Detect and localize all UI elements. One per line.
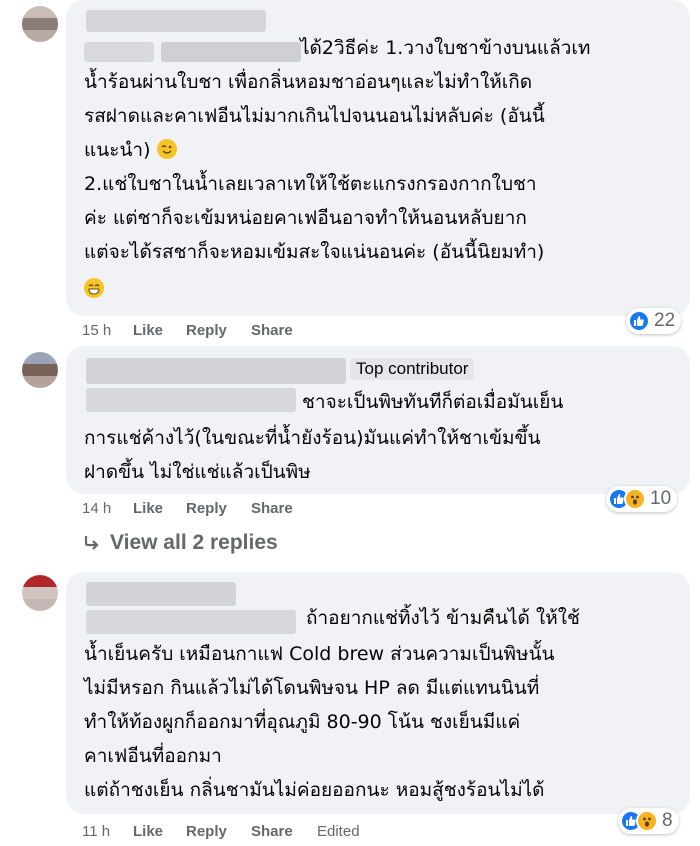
comment-text-line: แต่จะได้รสชาก็จะหอมเข้มสะใจแน่นอนค่ะ (อั…: [84, 241, 545, 263]
edited-label: Edited: [317, 823, 360, 840]
comment-text-line: รสฝาดและคาเฟอีนไม่มากเกินไปจนนอนไม่หลับค…: [84, 105, 545, 127]
comment-text: แนะนำ): [84, 139, 151, 161]
reaction-count: 22: [654, 310, 676, 331]
wow-reaction-icon: [624, 488, 646, 510]
reply-button[interactable]: Reply: [186, 322, 227, 339]
grinning-face-emoji-icon: [84, 278, 104, 298]
blurred-author-name: [161, 42, 301, 62]
timestamp[interactable]: 14 h: [82, 500, 111, 517]
reply-arrow-icon: [84, 536, 99, 550]
like-reaction-icon: [628, 310, 650, 332]
comment-text-line: แต่ถ้าชงเย็น กลิ่นชามันไม่ค่อยออกนะ หอมส…: [84, 779, 545, 801]
reaction-summary[interactable]: 10: [606, 486, 678, 512]
wow-reaction-icon: [636, 810, 658, 832]
comment-text-line: ฝาดขึ้น ไม่ใช่แช่แล้วเป็นพิษ: [84, 461, 311, 483]
share-button[interactable]: Share: [251, 823, 293, 840]
blurred-author-name: [86, 388, 296, 412]
comment-text-line: ค่ะ แต่ชาก็จะเข้มหน่อยคาเฟอีนอาจทำให้นอน…: [84, 207, 527, 229]
avatar[interactable]: [22, 352, 58, 388]
blurred-author-name: [86, 358, 346, 384]
blurred-author-name: [84, 42, 154, 62]
like-button[interactable]: Like: [133, 823, 163, 840]
comment-text-line: ได้2วิธีค่ะ 1.วางใบชาข้างบนแล้วเท: [300, 37, 591, 59]
blurred-author-name: [86, 10, 266, 32]
comment-text-line: ชาจะเป็นพิษทันทีก็ต่อเมื่อมันเย็น: [302, 391, 564, 413]
comment-bubble: ถ้าอยากแช่ทิ้งไว้ ข้ามคืนได้ ให้ใช้ น้ำเ…: [66, 572, 690, 814]
comment-text-line: คาเฟอีนที่ออกมา: [84, 745, 222, 767]
comment-text-line: แนะนำ): [84, 138, 177, 162]
winking-face-emoji-icon: [156, 139, 177, 159]
view-replies-link[interactable]: View all 2 replies: [82, 531, 278, 555]
comment-text-line: ไม่มีหรอก กินแล้วไม่ได้โดนพิษจน HP ลด มี…: [84, 677, 540, 699]
comment-text-line: ถ้าอยากแช่ทิ้งไว้ ข้ามคืนได้ ให้ใช้: [306, 607, 580, 629]
like-button[interactable]: Like: [133, 322, 163, 339]
view-replies-label: View all 2 replies: [110, 531, 278, 554]
comment-text-line: ทำให้ท้องผูกก็ออกมาที่อุณภูมิ 80-90 โน้น…: [84, 711, 521, 733]
comment-text-line: 2.แช่ใบชาในน้ำเลยเวลาเทให้ใช้ตะแกรงกรองก…: [84, 173, 537, 195]
reaction-count: 10: [650, 488, 672, 509]
comment-bubble: Top contributor ชาจะเป็นพิษทันทีก็ต่อเมื…: [66, 346, 690, 494]
comment-text-line: น้ำร้อนผ่านใบชา เพื่อกลิ่นหอมชาอ่อนๆและไ…: [84, 71, 533, 93]
avatar[interactable]: [22, 575, 58, 611]
timestamp[interactable]: 15 h: [82, 322, 111, 339]
top-contributor-badge: Top contributor: [350, 358, 475, 380]
blurred-author-name: [86, 582, 236, 606]
share-button[interactable]: Share: [251, 322, 293, 339]
comment-bubble: ได้2วิธีค่ะ 1.วางใบชาข้างบนแล้วเท น้ำร้อ…: [66, 0, 690, 316]
reaction-count: 8: [662, 810, 673, 831]
reply-button[interactable]: Reply: [186, 823, 227, 840]
comment-text-line: น้ำเย็นครับ เหมือนกาแฟ Cold brew ส่วนควา…: [84, 643, 555, 665]
avatar[interactable]: [22, 6, 58, 42]
blurred-author-name: [86, 610, 296, 634]
timestamp[interactable]: 11 h: [82, 823, 110, 840]
comment-text-line: การแช่ค้างไว้(ในขณะที่น้ำยังร้อน)มันแค่ท…: [84, 427, 541, 449]
like-button[interactable]: Like: [133, 500, 163, 517]
reaction-summary[interactable]: 8: [618, 808, 679, 834]
share-button[interactable]: Share: [251, 500, 293, 517]
reaction-summary[interactable]: 22: [626, 308, 682, 334]
reply-button[interactable]: Reply: [186, 500, 227, 517]
